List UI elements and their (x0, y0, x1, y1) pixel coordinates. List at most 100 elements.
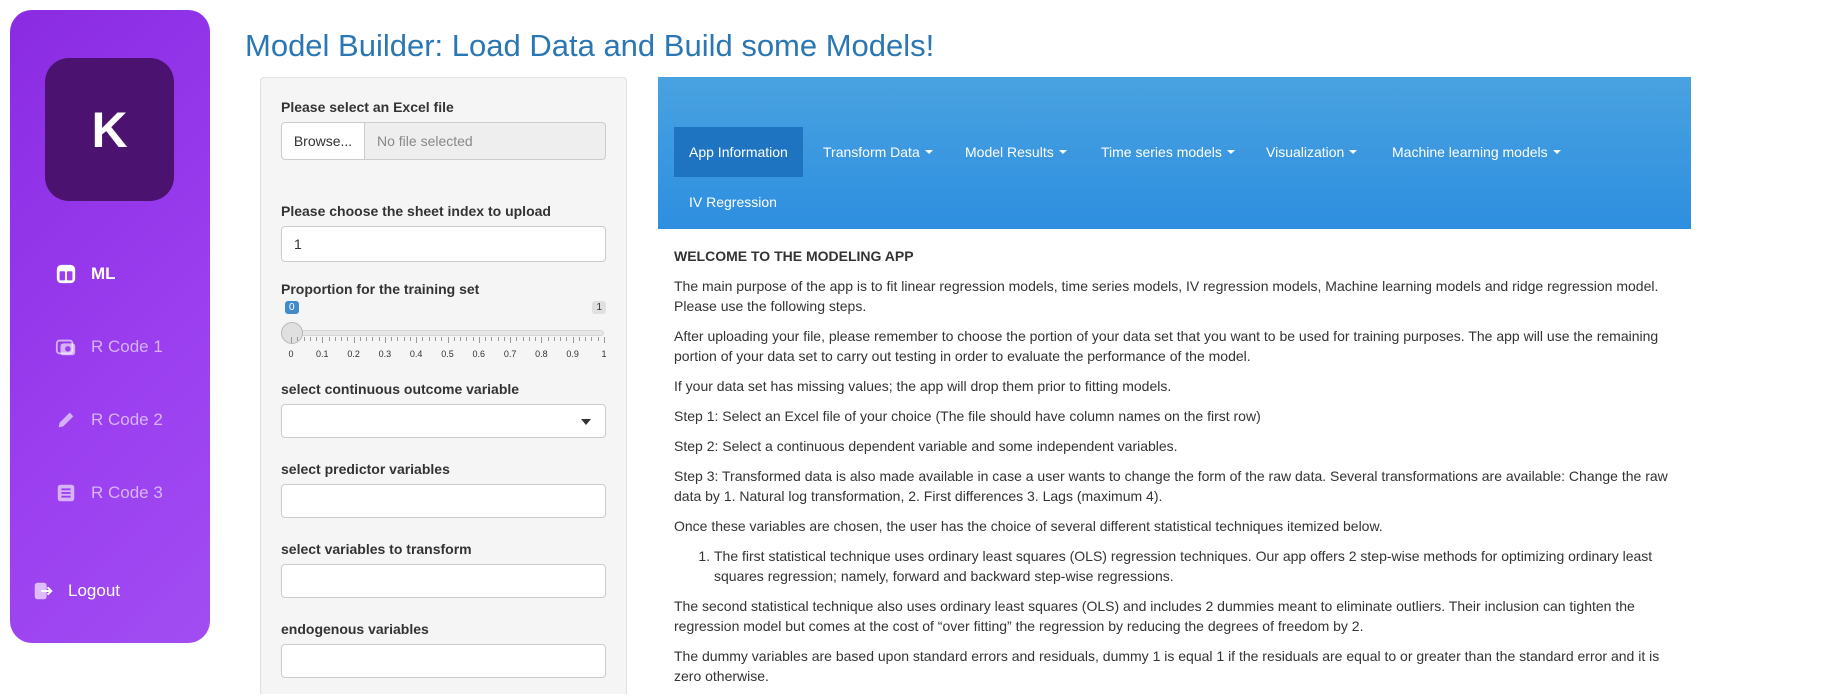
slider-tick (397, 337, 399, 341)
slider-tick (359, 337, 361, 341)
slider-tick (560, 337, 562, 341)
slider-tick-label: 0.6 (472, 349, 486, 359)
tab-transform-data[interactable]: Transform Data (808, 127, 948, 177)
list-icon (57, 484, 75, 502)
slider-tick (510, 337, 512, 343)
training-proportion-slider[interactable]: 0 1 0 0.1 0.2 0.3 0.4 0.5 0.6 0.7 0.8 0.9 1 (281, 301, 607, 361)
tab-machine-learning-models[interactable]: Machine learning models (1377, 127, 1576, 177)
slider-tick (403, 337, 405, 341)
slider-tick-label: 0.5 (441, 349, 454, 359)
endogenous-label: endogenous variables (281, 621, 429, 637)
caret-down-icon (1349, 150, 1358, 154)
slider-tick (604, 337, 605, 343)
tab-iv-regression[interactable]: IV Regression (674, 177, 792, 227)
sidebar-item-label: R Code 2 (91, 410, 163, 429)
page-title: Model Builder: Load Data and Build some … (245, 28, 935, 63)
sidebar-item-r-code-1[interactable]: R Code 1 (55, 331, 163, 363)
slider-tick (553, 337, 555, 341)
tab-label: Model Results (965, 144, 1054, 160)
transform-label: select variables to transform (281, 541, 472, 557)
slider-tick (447, 337, 449, 343)
slider-tick (303, 337, 305, 341)
file-name-field[interactable]: No file selected (365, 122, 606, 160)
slider-tick (422, 337, 424, 341)
caret-down-icon (924, 150, 933, 154)
slider-tick (485, 337, 487, 341)
endogenous-select[interactable] (281, 644, 606, 678)
tab-app-information[interactable]: App Information (674, 127, 803, 177)
slider-tick (441, 337, 443, 341)
slider-ticks: 0 0.1 0.2 0.3 0.4 0.5 0.6 0.7 0.8 0.9 1 (288, 337, 607, 361)
slider-tick (428, 337, 430, 341)
logout-button[interactable]: Logout (32, 580, 120, 602)
sidebar-item-r-code-2[interactable]: R Code 2 (55, 404, 163, 436)
sidebar-item-ml[interactable]: ML (55, 258, 116, 290)
input-panel: Please select an Excel file Browse... No… (260, 77, 627, 694)
slider-track[interactable] (291, 330, 604, 336)
tab-label: Transform Data (823, 144, 920, 160)
slider-tick (416, 337, 418, 343)
file-input-group: Browse... No file selected (281, 122, 606, 160)
slider-tick (566, 337, 568, 341)
slider-tick (316, 337, 318, 341)
slider-min-badge: 0 (285, 301, 299, 314)
slider-tick-label: 0.8 (535, 349, 548, 359)
tab-label: Machine learning models (1392, 144, 1548, 160)
sheet-index-input[interactable]: 1 (281, 226, 606, 262)
slider-tick (528, 337, 530, 341)
slider-tick (585, 337, 587, 341)
predictor-select[interactable] (281, 484, 606, 518)
slider-tick (466, 337, 468, 341)
sidebar-item-r-code-3[interactable]: R Code 3 (55, 477, 163, 509)
tab-label: IV Regression (689, 194, 777, 210)
slider-tick-label: 0.3 (378, 349, 392, 359)
proportion-label: Proportion for the training set (281, 281, 480, 297)
logout-icon (34, 582, 53, 600)
photo-stack-icon (55, 339, 76, 356)
chevron-down-icon (581, 419, 591, 425)
logout-label: Logout (68, 581, 120, 600)
slider-tick (453, 337, 455, 341)
transform-select[interactable] (281, 564, 606, 598)
tab-time-series-models[interactable]: Time series models (1086, 127, 1250, 177)
slider-tick (334, 337, 336, 341)
slider-tick (547, 337, 549, 341)
step-1: Step 1: Select an Excel file of your cho… (674, 408, 1261, 424)
slider-tick (460, 337, 462, 341)
slider-tick (434, 337, 436, 341)
caret-down-icon (1226, 150, 1235, 154)
tab-label: Time series models (1101, 144, 1222, 160)
content-paragraph: After uploading your file, please rememb… (674, 328, 1659, 364)
slider-tick (497, 337, 499, 341)
slider-tick (503, 337, 505, 341)
slider-tick-label: 0.4 (409, 349, 423, 359)
tab-visualization[interactable]: Visualization (1251, 127, 1372, 177)
avatar: K (45, 58, 174, 201)
slider-tick (491, 337, 493, 341)
slider-tick (309, 337, 311, 341)
slider-tick (535, 337, 537, 341)
pencil-icon (58, 412, 74, 428)
outcome-label: select continuous outcome variable (281, 381, 520, 397)
sidebar-item-label: R Code 3 (91, 483, 163, 502)
tab-model-results[interactable]: Model Results (950, 127, 1082, 177)
content-paragraph: Once these variables are chosen, the use… (674, 518, 1383, 534)
slider-tick (478, 337, 480, 343)
sidebar-item-label: ML (91, 264, 116, 283)
slider-tick (366, 337, 368, 341)
slider-tick (472, 337, 474, 341)
slider-max-badge: 1 (592, 301, 606, 314)
slider-tick (572, 337, 574, 343)
predictor-label: select predictor variables (281, 461, 450, 477)
slider-tick (353, 337, 355, 343)
slider-tick (378, 337, 380, 341)
slider-tick-label: 0.2 (347, 349, 360, 359)
content-paragraph: The dummy variables are based upon stand… (674, 648, 1660, 684)
outcome-select[interactable] (281, 404, 606, 438)
slider-tick (516, 337, 518, 341)
slider-tick (291, 337, 292, 343)
slider-tick (409, 337, 411, 341)
browse-button[interactable]: Browse... (281, 122, 365, 160)
caret-down-icon (1058, 150, 1067, 154)
slider-tick (597, 337, 599, 341)
